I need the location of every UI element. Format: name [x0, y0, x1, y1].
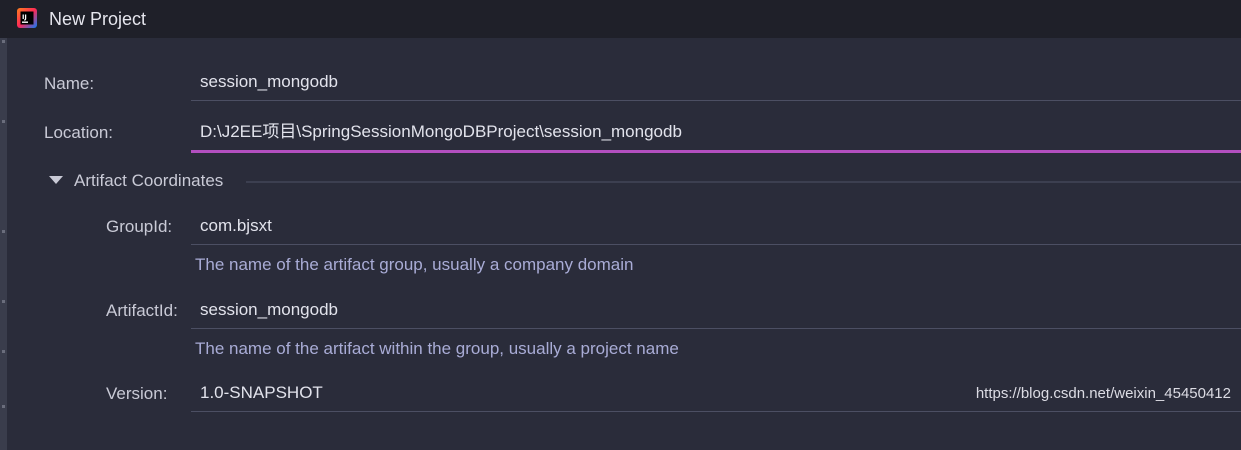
version-value: 1.0-SNAPSHOT [200, 383, 323, 402]
location-field[interactable]: D:\J2EE项目\SpringSessionMongoDBProject\se… [191, 114, 1241, 153]
left-gutter [0, 0, 7, 450]
gutter-mark [2, 40, 5, 43]
svg-text:IJ: IJ [22, 13, 27, 21]
artifactid-field[interactable]: session_mongodb [191, 292, 1241, 329]
groupid-hint: The name of the artifact group, usually … [195, 255, 634, 274]
dialog-title: New Project [49, 9, 147, 29]
gutter-mark [2, 350, 5, 353]
name-field[interactable]: session_mongodb [191, 64, 1241, 101]
expand-triangle-icon[interactable] [49, 176, 63, 184]
version-label: Version: [106, 384, 168, 403]
section-divider [246, 181, 1241, 183]
new-project-dialog: IJ New Project Name: session_mongodb Loc… [0, 0, 1241, 450]
name-label: Name: [44, 74, 95, 93]
gutter-mark [2, 300, 5, 303]
artifact-coordinates-header[interactable]: Artifact Coordinates [49, 168, 1241, 194]
gutter-mark [2, 120, 5, 123]
intellij-idea-icon: IJ [17, 8, 37, 28]
groupid-label: GroupId: [106, 217, 173, 236]
location-value: D:\J2EE项目\SpringSessionMongoDBProject\se… [200, 122, 682, 141]
artifactid-label: ArtifactId: [106, 301, 178, 320]
location-label: Location: [44, 123, 113, 142]
gutter-mark [2, 405, 5, 408]
groupid-field[interactable]: com.bjsxt [191, 208, 1241, 245]
gutter-mark [2, 230, 5, 233]
artifact-coordinates-title: Artifact Coordinates [74, 171, 224, 190]
groupid-value: com.bjsxt [200, 216, 272, 235]
watermark-url: https://blog.csdn.net/weixin_45450412 [975, 385, 1231, 402]
artifactid-value: session_mongodb [200, 300, 338, 319]
artifactid-hint: The name of the artifact within the grou… [195, 339, 679, 358]
name-value: session_mongodb [200, 72, 338, 91]
title-bar[interactable]: IJ New Project [0, 0, 1241, 38]
